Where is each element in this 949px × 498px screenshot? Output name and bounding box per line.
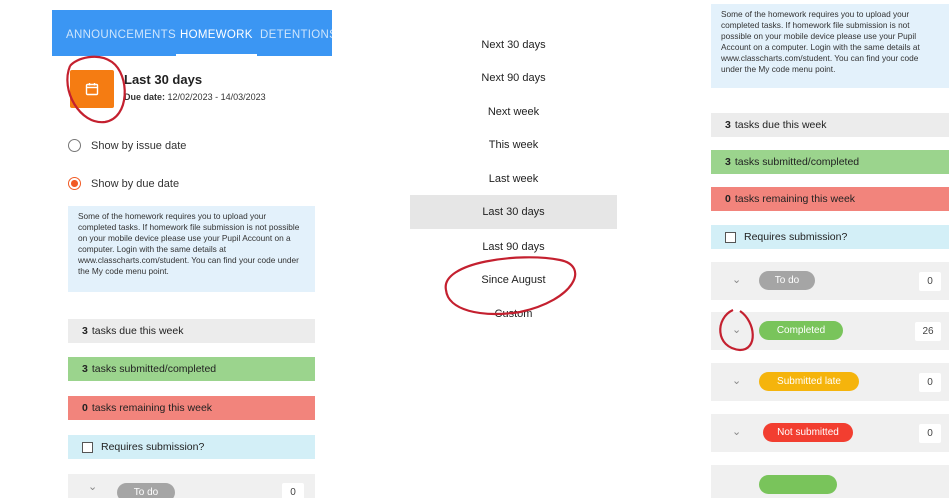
tab-bar: ANNOUNCEMENTS HOMEWORK DETENTIONS (52, 10, 337, 56)
due-text: tasks due this week (91, 325, 184, 337)
menu-item-next-30-days[interactable]: Next 30 days (410, 28, 617, 62)
radio-unchecked-icon[interactable] (68, 139, 81, 152)
remaining-bar: 0 tasks remaining this week (68, 396, 315, 420)
tab-announcements[interactable]: ANNOUNCEMENTS (66, 10, 176, 56)
upload-info-box: Some of the homework requires you to upl… (711, 4, 949, 88)
completed-count: 26 (915, 322, 941, 341)
radio-label: Show by due date (91, 177, 180, 190)
due-this-week-bar: 3 tasks due this week (68, 319, 315, 343)
radio-label: Show by issue date (91, 139, 187, 152)
chevron-down-icon[interactable]: ⌄ (88, 480, 97, 493)
requires-submission-label: Requires submission? (744, 231, 848, 243)
due-date-label: Due date: (124, 92, 166, 102)
chevron-down-icon[interactable]: ⌄ (732, 425, 741, 438)
remaining-text: tasks remaining this week (91, 402, 213, 414)
submitted-bar: 3 tasks submitted/completed (68, 357, 315, 381)
group-row-todo[interactable]: ⌄ To do 0 (68, 474, 315, 498)
menu-item-this-week[interactable]: This week (410, 128, 617, 162)
chevron-down-icon[interactable]: ⌄ (732, 323, 741, 336)
status-pill-partial (759, 475, 837, 494)
submitted-count: 3 (82, 363, 88, 375)
menu-item-last-week[interactable]: Last week (410, 162, 617, 196)
menu-item-since-august[interactable]: Since August (410, 263, 617, 297)
date-range-button[interactable] (70, 70, 114, 108)
chevron-down-icon[interactable]: ⌄ (732, 374, 741, 387)
date-range-menu: Next 30 days Next 90 days Next week This… (410, 28, 617, 328)
menu-item-last-30-days[interactable]: Last 30 days (410, 195, 617, 229)
remaining-bar: 0 tasks remaining this week (711, 187, 949, 211)
due-count: 3 (82, 325, 88, 337)
radio-show-by-due-date[interactable]: Show by due date (68, 177, 179, 190)
status-pill-completed: Completed (759, 321, 843, 340)
group-row-partial[interactable] (711, 465, 949, 498)
checkbox-icon[interactable] (725, 231, 736, 243)
status-pill-not-submitted: Not submitted (763, 423, 853, 442)
remaining-count: 0 (82, 402, 88, 414)
todo-count: 0 (282, 483, 304, 498)
submitted-text: tasks submitted/completed (91, 363, 217, 375)
radio-checked-icon[interactable] (68, 177, 81, 190)
status-pill-submitted-late: Submitted late (759, 372, 859, 391)
range-title: Last 30 days (124, 72, 203, 87)
submitted-count: 3 (725, 156, 731, 168)
menu-item-next-week[interactable]: Next week (410, 95, 617, 129)
submitted-late-count: 0 (919, 373, 941, 392)
requires-submission-filter[interactable]: Requires submission? (68, 435, 315, 459)
radio-show-by-issue-date[interactable]: Show by issue date (68, 139, 186, 152)
group-row-submitted-late[interactable]: ⌄ Submitted late 0 (711, 363, 949, 401)
checkbox-icon[interactable] (82, 441, 93, 453)
remaining-text: tasks remaining this week (734, 193, 856, 205)
not-submitted-count: 0 (919, 424, 941, 443)
due-text: tasks due this week (734, 119, 827, 131)
due-date-line: Due date: 12/02/2023 - 14/03/2023 (124, 92, 266, 102)
menu-item-last-90-days[interactable]: Last 90 days (410, 230, 617, 264)
group-row-todo[interactable]: ⌄ To do 0 (711, 262, 949, 300)
homework-panel-left: ANNOUNCEMENTS HOMEWORK DETENTIONS Last 3… (52, 0, 337, 498)
status-pill-todo: To do (117, 483, 175, 498)
menu-item-custom[interactable]: Custom (410, 297, 617, 331)
group-row-not-submitted[interactable]: ⌄ Not submitted 0 (711, 414, 949, 452)
due-this-week-bar: 3 tasks due this week (711, 113, 949, 137)
requires-submission-label: Requires submission? (101, 441, 205, 453)
tab-detentions[interactable]: DETENTIONS (260, 10, 337, 56)
submitted-bar: 3 tasks submitted/completed (711, 150, 949, 174)
menu-item-next-90-days[interactable]: Next 90 days (410, 61, 617, 95)
due-count: 3 (725, 119, 731, 131)
due-date-value: 12/02/2023 - 14/03/2023 (167, 92, 266, 102)
status-pill-todo: To do (759, 271, 815, 290)
homework-panel-right: Some of the homework requires you to upl… (711, 0, 949, 498)
todo-count: 0 (919, 272, 941, 291)
upload-info-box: Some of the homework requires you to upl… (68, 206, 315, 292)
remaining-count: 0 (725, 193, 731, 205)
requires-submission-filter[interactable]: Requires submission? (711, 225, 949, 249)
chevron-down-icon[interactable]: ⌄ (732, 273, 741, 286)
group-row-completed[interactable]: ⌄ Completed 26 (711, 312, 949, 350)
submitted-text: tasks submitted/completed (734, 156, 860, 168)
tab-homework[interactable]: HOMEWORK (176, 10, 257, 56)
calendar-icon (85, 83, 99, 96)
